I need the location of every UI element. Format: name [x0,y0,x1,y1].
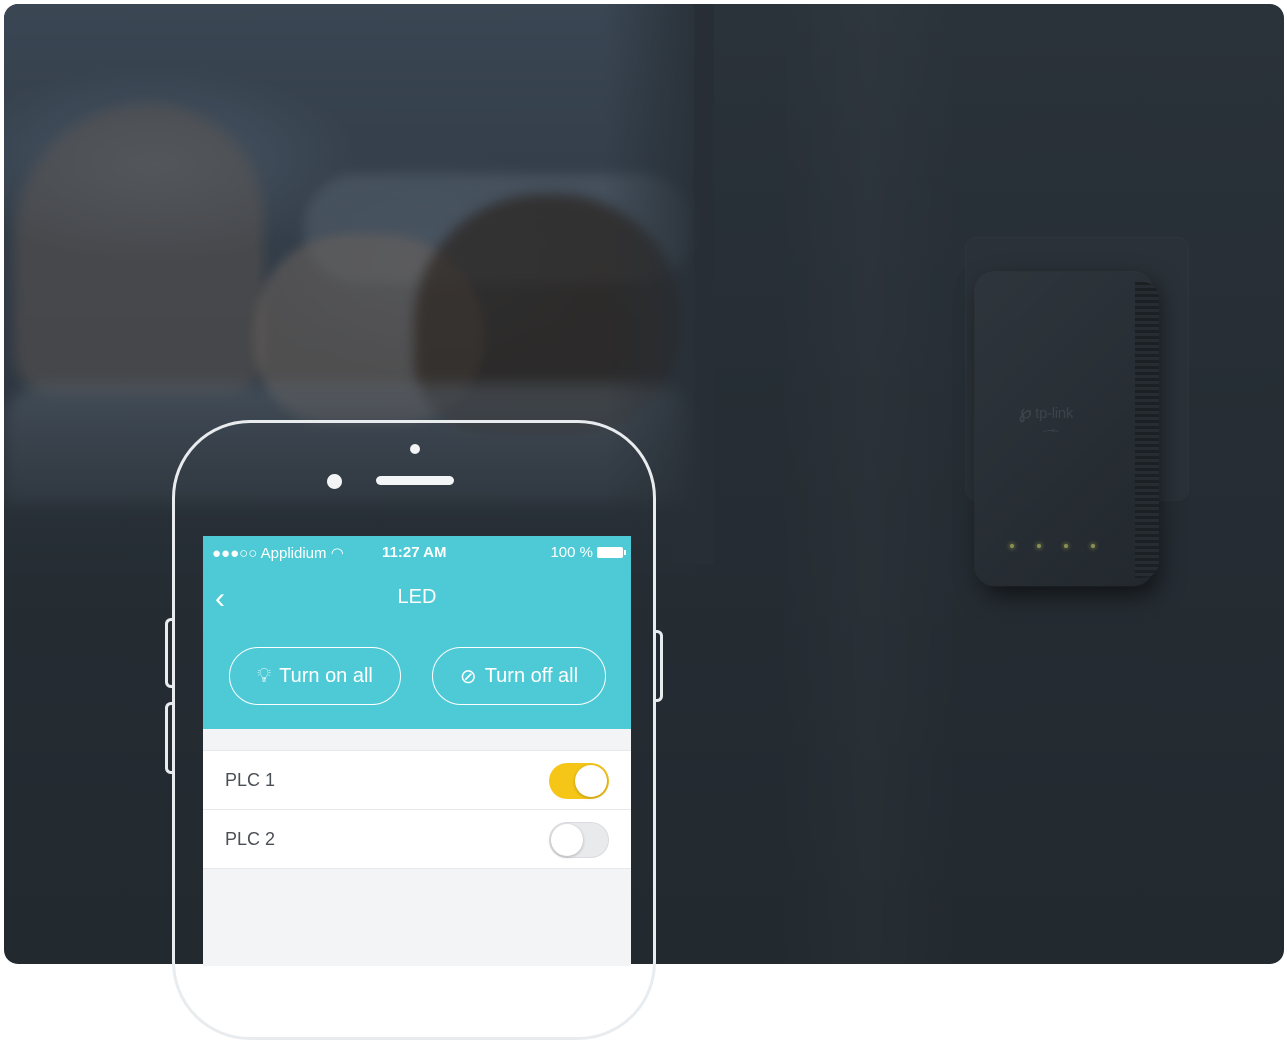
list-item: PLC 2 [203,810,631,869]
status-time: 11:27 AM [382,544,447,561]
turn-on-all-label: Turn on all [279,664,373,687]
page-title: LED [397,586,437,608]
wall-shading [774,4,964,964]
tp-link-wordmark: tp-link [1035,405,1074,422]
adapter-led [1091,544,1095,548]
adapter-led [1010,544,1014,548]
volume-down-button [165,702,173,774]
lightbulb-on-icon: 💡︎ [257,664,272,687]
app-header: ●●●○○ Applidium ◠ 11:27 AM 100 % ‹ LED 💡… [203,536,631,729]
power-button [655,630,663,702]
adapter-led [1064,544,1068,548]
adapter-led [1037,544,1041,548]
device-list: PLC 1 PLC 2 [203,750,631,869]
volume-up-button [165,618,173,688]
plc-1-toggle[interactable] [549,763,609,799]
front-camera [327,474,342,489]
plc-2-toggle[interactable] [549,822,609,858]
tp-link-logo: ℘ tp-link -⊸- [1019,402,1099,442]
tp-link-symbol-icon: ℘ [1019,402,1032,422]
sleeping-person-shoulder [14,104,264,394]
lightbulb-off-icon: ⊘ [459,665,477,688]
battery-percent: 100 % [550,544,593,561]
turn-off-all-label: Turn off all [484,664,579,687]
powerline-symbol-icon: -⊸- [1043,425,1059,437]
list-item: PLC 1 [203,751,631,810]
device-label: PLC 2 [225,829,276,849]
adapter-vents [1135,282,1159,578]
turn-on-all-button[interactable]: 💡︎ Turn on all [229,647,401,705]
wifi-icon: ◠ [330,545,344,562]
toggle-knob [575,765,607,797]
battery-icon [597,547,626,558]
toggle-knob [551,824,583,856]
earpiece-speaker [376,476,454,485]
status-bar: ●●●○○ Applidium ◠ 11:27 AM 100 % [203,544,631,562]
carrier-signal: ●●●○○ Applidium ◠ [212,545,344,562]
turn-off-all-button[interactable]: ⊘ Turn off all [432,647,606,705]
phone-screen: ●●●○○ Applidium ◠ 11:27 AM 100 % ‹ LED 💡… [203,536,631,966]
proximity-sensor [410,444,420,454]
device-label: PLC 1 [225,770,276,790]
